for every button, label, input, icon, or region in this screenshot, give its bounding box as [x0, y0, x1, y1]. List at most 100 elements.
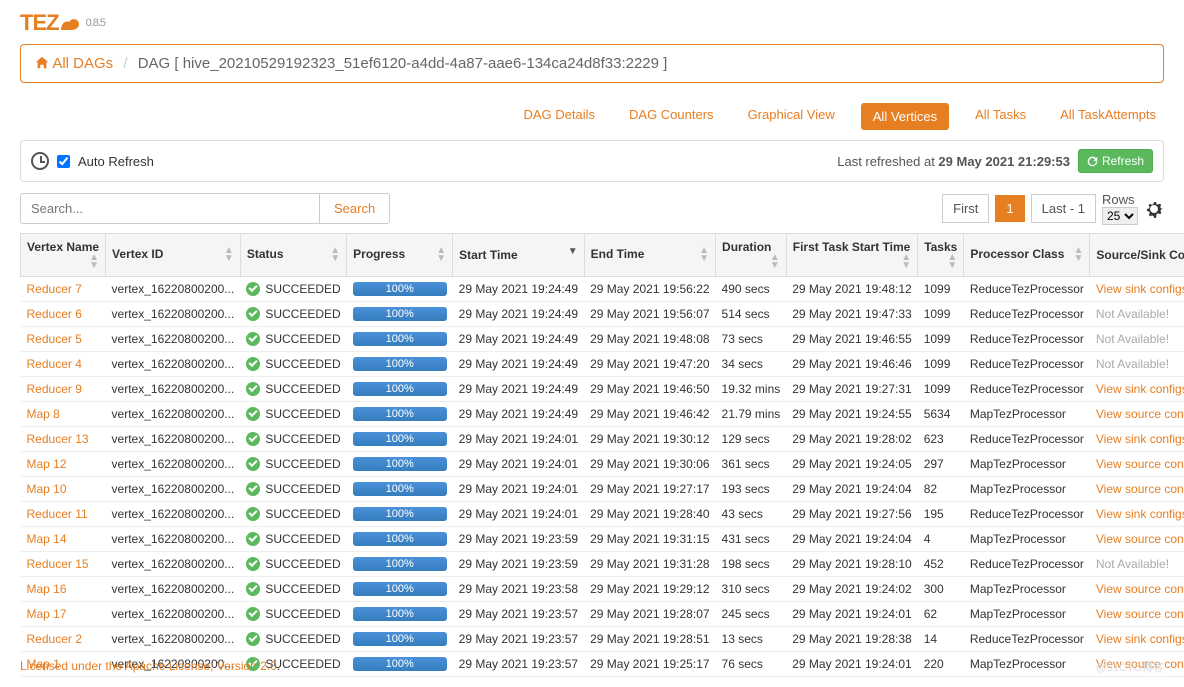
vertex-name-link[interactable]: Reducer 6 — [27, 307, 82, 321]
col-end-time[interactable]: End Time▲▼ — [584, 234, 715, 277]
footer-license[interactable]: Licensed under the Apache License, Versi… — [20, 659, 280, 673]
table-row: Map 10vertex_16220800200...SUCCEEDED100%… — [21, 477, 1184, 502]
view-sink-configs-link[interactable]: View sink configs — [1096, 432, 1184, 446]
vertex-id-cell: vertex_16220800200... — [106, 327, 241, 352]
vertex-id-cell: vertex_16220800200... — [106, 427, 241, 452]
col-tasks[interactable]: Tasks▲▼ — [918, 234, 964, 277]
start-time-cell: 29 May 2021 19:23:59 — [453, 527, 584, 552]
status-text: SUCCEEDED — [265, 357, 340, 371]
progress-bar: 100% — [353, 507, 447, 521]
view-sink-configs-link[interactable]: View sink configs — [1096, 507, 1184, 521]
breadcrumb-all-dags[interactable]: All DAGs — [52, 55, 113, 72]
tasks-cell: 5634 — [918, 402, 964, 427]
vertex-name-link[interactable]: Reducer 4 — [27, 357, 82, 371]
vertex-name-link[interactable]: Map 14 — [27, 532, 67, 546]
check-icon — [246, 332, 260, 346]
progress-bar: 100% — [353, 457, 447, 471]
status-text: SUCCEEDED — [265, 457, 340, 471]
processor-class-cell: MapTezProcessor — [964, 452, 1090, 477]
tab-all-task-attempts[interactable]: All TaskAttempts — [1052, 103, 1164, 130]
view-sink-configs-link[interactable]: View sink configs — [1096, 382, 1184, 396]
vertex-name-link[interactable]: Reducer 13 — [27, 432, 89, 446]
check-icon — [246, 632, 260, 646]
start-time-cell: 29 May 2021 19:24:49 — [453, 352, 584, 377]
progress-bar: 100% — [353, 582, 447, 596]
tab-dag-counters[interactable]: DAG Counters — [621, 103, 722, 130]
view-source-config-link[interactable]: View source config — [1096, 482, 1184, 496]
processor-class-cell: MapTezProcessor — [964, 402, 1090, 427]
tab-all-tasks[interactable]: All Tasks — [967, 103, 1034, 130]
refresh-button[interactable]: Refresh — [1078, 149, 1153, 173]
end-time-cell: 29 May 2021 19:31:28 — [584, 552, 715, 577]
start-time-cell: 29 May 2021 19:24:49 — [453, 277, 584, 302]
view-source-config-link[interactable]: View source config — [1096, 457, 1184, 471]
progress-bar: 100% — [353, 482, 447, 496]
end-time-cell: 29 May 2021 19:48:08 — [584, 327, 715, 352]
gear-icon[interactable] — [1144, 199, 1164, 219]
vertex-name-link[interactable]: Reducer 5 — [27, 332, 82, 346]
search-input[interactable] — [20, 193, 320, 224]
vertex-name-link[interactable]: Map 10 — [27, 482, 67, 496]
vertex-name-link[interactable]: Map 12 — [27, 457, 67, 471]
tab-all-vertices[interactable]: All Vertices — [861, 103, 949, 130]
vertex-name-link[interactable]: Reducer 9 — [27, 382, 82, 396]
logo: TEZ0.8.5 — [20, 10, 1164, 36]
pager-last[interactable]: Last - 1 — [1031, 194, 1096, 223]
start-time-cell: 29 May 2021 19:24:01 — [453, 427, 584, 452]
processor-class-cell: ReduceTezProcessor — [964, 377, 1090, 402]
col-vertex-name[interactable]: Vertex Name▲▼ — [21, 234, 106, 277]
first-task-start-time-cell: 29 May 2021 19:48:12 — [786, 277, 917, 302]
view-source-config-link[interactable]: View source config — [1096, 407, 1184, 421]
pager-first[interactable]: First — [942, 194, 989, 223]
vertex-id-cell: vertex_16220800200... — [106, 602, 241, 627]
table-row: Reducer 11vertex_16220800200...SUCCEEDED… — [21, 502, 1184, 527]
duration-cell: 43 secs — [716, 502, 787, 527]
col-progress[interactable]: Progress▲▼ — [347, 234, 453, 277]
duration-cell: 198 secs — [716, 552, 787, 577]
tab-graphical-view[interactable]: Graphical View — [740, 103, 843, 130]
rows-select[interactable]: 25 — [1102, 207, 1138, 225]
end-time-cell: 29 May 2021 19:56:07 — [584, 302, 715, 327]
vertex-name-link[interactable]: Reducer 11 — [27, 507, 88, 521]
end-time-cell: 29 May 2021 19:47:20 — [584, 352, 715, 377]
first-task-start-time-cell: 29 May 2021 19:24:01 — [786, 602, 917, 627]
first-task-start-time-cell: 29 May 2021 19:27:31 — [786, 377, 917, 402]
processor-class-cell: MapTezProcessor — [964, 602, 1090, 627]
progress-bar: 100% — [353, 382, 447, 396]
end-time-cell: 29 May 2021 19:27:17 — [584, 477, 715, 502]
col-status[interactable]: Status▲▼ — [240, 234, 346, 277]
vertex-name-link[interactable]: Reducer 7 — [27, 282, 82, 296]
col-start-time[interactable]: Start Time▼ — [453, 234, 584, 277]
col-vertex-id[interactable]: Vertex ID▲▼ — [106, 234, 241, 277]
end-time-cell: 29 May 2021 19:30:12 — [584, 427, 715, 452]
end-time-cell: 29 May 2021 19:46:42 — [584, 402, 715, 427]
col-source-sink[interactable]: Source/Sink Confi — [1090, 234, 1184, 277]
col-first-task-start-time[interactable]: First Task Start Time▲▼ — [786, 234, 917, 277]
progress-bar: 100% — [353, 532, 447, 546]
first-task-start-time-cell: 29 May 2021 19:24:04 — [786, 477, 917, 502]
home-icon — [35, 56, 49, 70]
view-source-config-link[interactable]: View source config — [1096, 532, 1184, 546]
vertex-name-link[interactable]: Reducer 2 — [27, 632, 82, 646]
col-processor-class[interactable]: Processor Class▲▼ — [964, 234, 1090, 277]
tasks-cell: 1099 — [918, 352, 964, 377]
tasks-cell: 220 — [918, 652, 964, 677]
start-time-cell: 29 May 2021 19:24:01 — [453, 502, 584, 527]
tab-dag-details[interactable]: DAG Details — [515, 103, 603, 130]
view-source-config-link[interactable]: View source config — [1096, 582, 1184, 596]
search-button[interactable]: Search — [320, 193, 390, 224]
tasks-cell: 1099 — [918, 302, 964, 327]
first-task-start-time-cell: 29 May 2021 19:46:55 — [786, 327, 917, 352]
vertex-name-link[interactable]: Map 17 — [27, 607, 67, 621]
col-duration[interactable]: Duration▲▼ — [716, 234, 787, 277]
auto-refresh-checkbox[interactable] — [57, 155, 70, 168]
end-time-cell: 29 May 2021 19:25:17 — [584, 652, 715, 677]
view-source-config-link[interactable]: View source config — [1096, 607, 1184, 621]
view-sink-configs-link[interactable]: View sink configs — [1096, 282, 1184, 296]
progress-bar: 100% — [353, 407, 447, 421]
vertex-name-link[interactable]: Map 8 — [27, 407, 60, 421]
refresh-icon — [1087, 156, 1098, 167]
vertex-name-link[interactable]: Map 16 — [27, 582, 67, 596]
view-sink-configs-link[interactable]: View sink configs — [1096, 632, 1184, 646]
vertex-name-link[interactable]: Reducer 15 — [27, 557, 89, 571]
